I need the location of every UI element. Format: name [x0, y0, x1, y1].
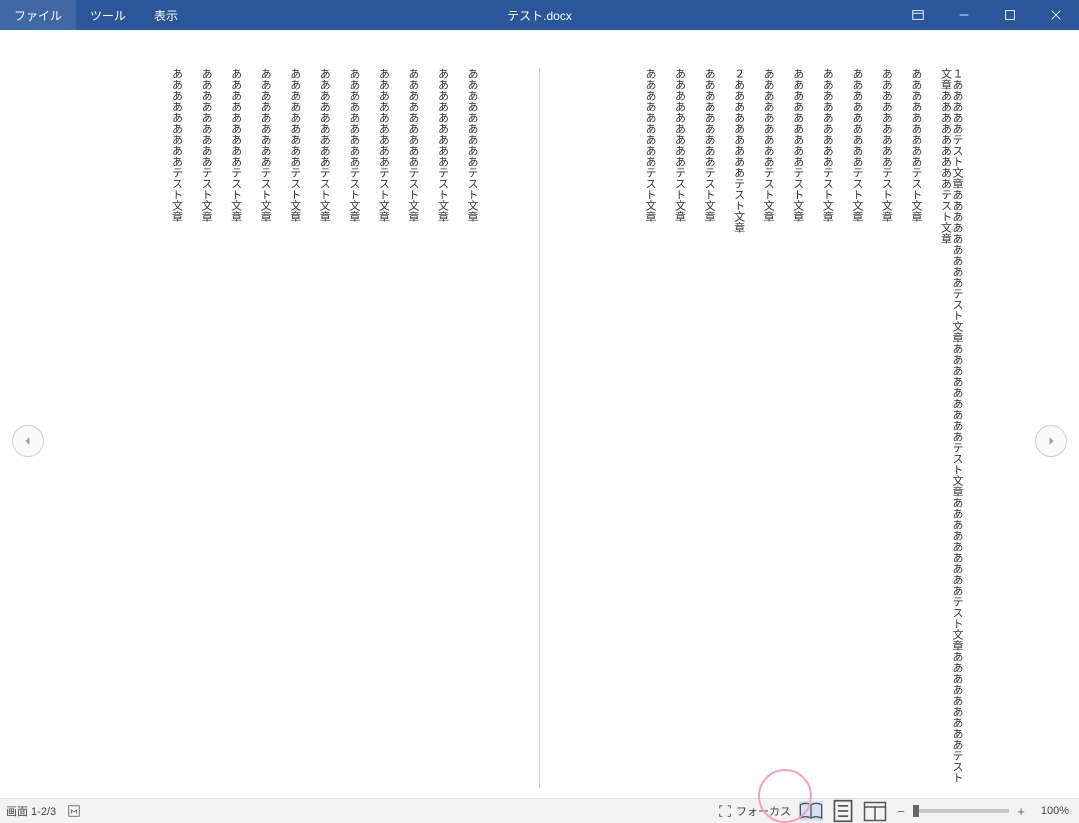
text-column: あああああああああテスト文章	[643, 68, 655, 788]
text-column: あああああああああテスト文章	[229, 68, 241, 788]
macro-icon[interactable]	[66, 803, 82, 819]
text-column: あああああああああテスト文章	[347, 68, 359, 788]
zoom-out-button[interactable]: −	[895, 804, 907, 819]
focus-mode-button[interactable]: フォーカス	[718, 803, 791, 819]
page-1: １あああああテスト文章あああああああああテスト文章あああああああああテスト文章あ…	[562, 68, 1002, 788]
page-2: あああああああああテスト文章 あああああああああテスト文章 あああああああああテスト…	[77, 68, 517, 788]
text-column: あああああああああテスト文章	[200, 68, 212, 788]
document-title: テスト.docx	[507, 7, 572, 24]
text-column: あああああああああテスト文章	[436, 68, 448, 788]
zoom-value[interactable]: 100%	[1033, 805, 1073, 817]
menu-file[interactable]: ファイル	[0, 0, 76, 30]
text-column: あああああああああテスト文章	[909, 68, 921, 788]
text-column: あああああああああテスト文章	[259, 68, 271, 788]
text-column: あああああああああテスト文章	[762, 68, 774, 788]
menu-view[interactable]: 表示	[140, 0, 192, 30]
text-column: あああああああああテスト文章	[288, 68, 300, 788]
prev-page-button[interactable]	[12, 425, 44, 457]
text-column: あああああああああテスト文章	[673, 68, 685, 788]
zoom-slider[interactable]	[913, 809, 1009, 813]
text-column: あああああああああテスト文章	[880, 68, 892, 788]
close-button[interactable]	[1033, 0, 1079, 30]
page-indicator[interactable]: 画面 1-2/3	[6, 803, 56, 819]
document-area: あああああああああテスト文章 あああああああああテスト文章 あああああああああテスト…	[0, 30, 1079, 798]
minimize-button[interactable]	[941, 0, 987, 30]
text-column: １あああああテスト文章あああああああああテスト文章あああああああああテスト文章あ…	[939, 68, 962, 788]
text-column: あああああああああテスト文章	[791, 68, 803, 788]
text-column: あああああああああテスト文章	[850, 68, 862, 788]
text-column: あああああああああテスト文章	[318, 68, 330, 788]
ribbon-display-button[interactable]	[895, 0, 941, 30]
text-column: あああああああああテスト文章	[821, 68, 833, 788]
read-mode-button[interactable]	[799, 801, 823, 821]
print-layout-button[interactable]	[831, 801, 855, 821]
window-controls	[895, 0, 1079, 30]
status-bar: 画面 1-2/3 フォーカス − + 100%	[0, 798, 1079, 823]
web-layout-button[interactable]	[863, 801, 887, 821]
menu-bar: ファイル ツール 表示	[0, 0, 192, 30]
text-column: ２あああああああああテスト文章	[732, 68, 744, 788]
zoom-controls: − + 100%	[895, 804, 1073, 819]
text-column: あああああああああテスト文章	[465, 68, 477, 788]
menu-tool[interactable]: ツール	[76, 0, 140, 30]
page-divider	[539, 68, 540, 788]
pages-container: あああああああああテスト文章 あああああああああテスト文章 あああああああああテスト…	[77, 68, 1002, 788]
next-page-button[interactable]	[1035, 425, 1067, 457]
text-column: あああああああああテスト文章	[170, 68, 182, 788]
titlebar: ファイル ツール 表示 テスト.docx	[0, 0, 1079, 30]
zoom-in-button[interactable]: +	[1015, 804, 1027, 819]
text-column: あああああああああテスト文章	[703, 68, 715, 788]
maximize-button[interactable]	[987, 0, 1033, 30]
text-column: あああああああああテスト文章	[406, 68, 418, 788]
text-column: あああああああああテスト文章	[377, 68, 389, 788]
